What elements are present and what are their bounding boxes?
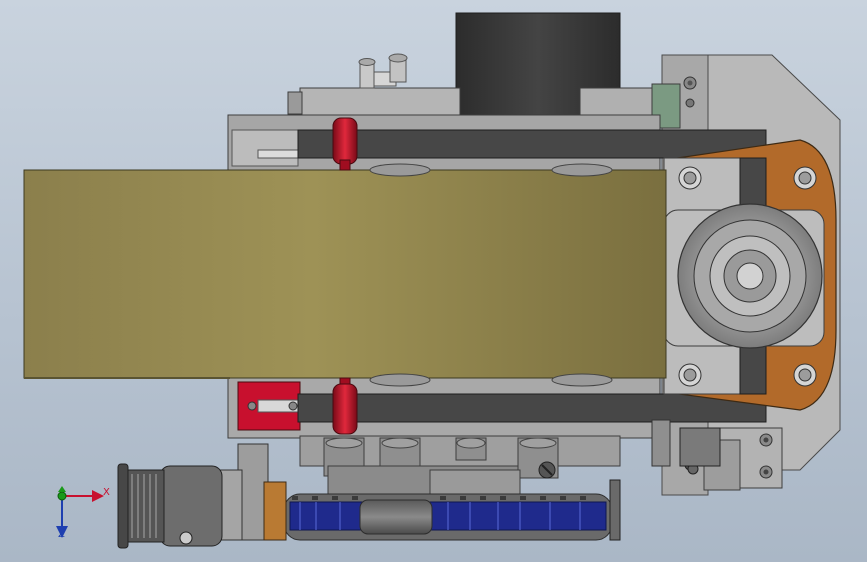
drive-pulley[interactable] — [117, 443, 287, 549]
y-axis-dot — [57, 491, 67, 501]
conveyor-belt[interactable] — [23, 169, 667, 379]
cad-model-canvas[interactable] — [0, 0, 867, 562]
red-pin-bottom[interactable] — [332, 377, 358, 435]
pneumatic-fittings[interactable] — [358, 53, 408, 89]
stepper-motor[interactable] — [455, 12, 653, 125]
triad-z-label: Z — [58, 529, 65, 540]
y-axis-arrowhead — [58, 486, 66, 492]
timing-belt[interactable] — [283, 493, 613, 541]
triad-x-label: X — [103, 487, 110, 498]
red-pin-top[interactable] — [332, 117, 358, 171]
belt-pulley — [359, 499, 433, 535]
red-bracket[interactable] — [237, 381, 301, 431]
cad-viewport[interactable]: X Y Z — [0, 0, 867, 562]
bearing-mount[interactable] — [663, 139, 837, 411]
